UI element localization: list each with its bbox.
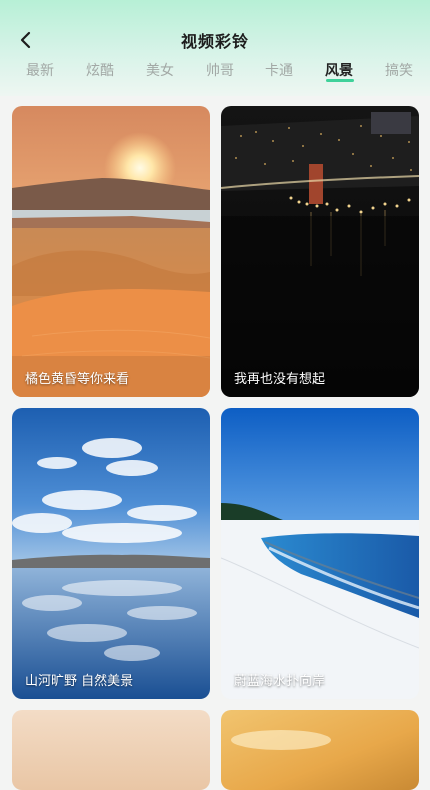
tab-cartoon[interactable]: 卡通 [265,60,293,80]
video-card[interactable] [12,710,210,790]
video-card[interactable]: 蔚蓝海水扑向岸 [221,408,419,699]
tab-funny[interactable]: 搞笑 [385,60,413,80]
scenery-thumbnail [221,710,419,790]
category-tabs: 最新 炫酷 美女 帅哥 卡通 风景 搞笑 [0,60,430,84]
active-tab-indicator [326,79,354,82]
tab-beauty[interactable]: 美女 [146,60,174,80]
lake-reflection-thumbnail [12,408,210,699]
video-card[interactable]: 橘色黄昏等你来看 [12,106,210,397]
page-title: 视频彩铃 [180,32,249,51]
tab-handsome[interactable]: 帅哥 [206,60,234,80]
header-bar: 视频彩铃 最新 炫酷 美女 帅哥 卡通 风景 搞笑 [0,0,430,96]
card-caption: 橘色黄昏等你来看 [25,372,130,387]
night-city-thumbnail [221,106,419,397]
desert-sunset-thumbnail [12,106,210,397]
card-caption: 山河旷野 自然美景 [25,674,134,689]
snowy-coast-thumbnail [221,408,419,699]
video-card[interactable]: 山河旷野 自然美景 [12,408,210,699]
video-card[interactable] [221,710,419,790]
scenery-thumbnail [12,710,210,790]
video-card[interactable]: 我再也没有想起 [221,106,419,397]
tab-scenery[interactable]: 风景 [325,60,353,80]
tab-latest[interactable]: 最新 [26,60,54,80]
card-caption: 蔚蓝海水扑向岸 [234,674,326,689]
tab-cool[interactable]: 炫酷 [86,60,114,80]
card-caption: 我再也没有想起 [234,372,326,387]
